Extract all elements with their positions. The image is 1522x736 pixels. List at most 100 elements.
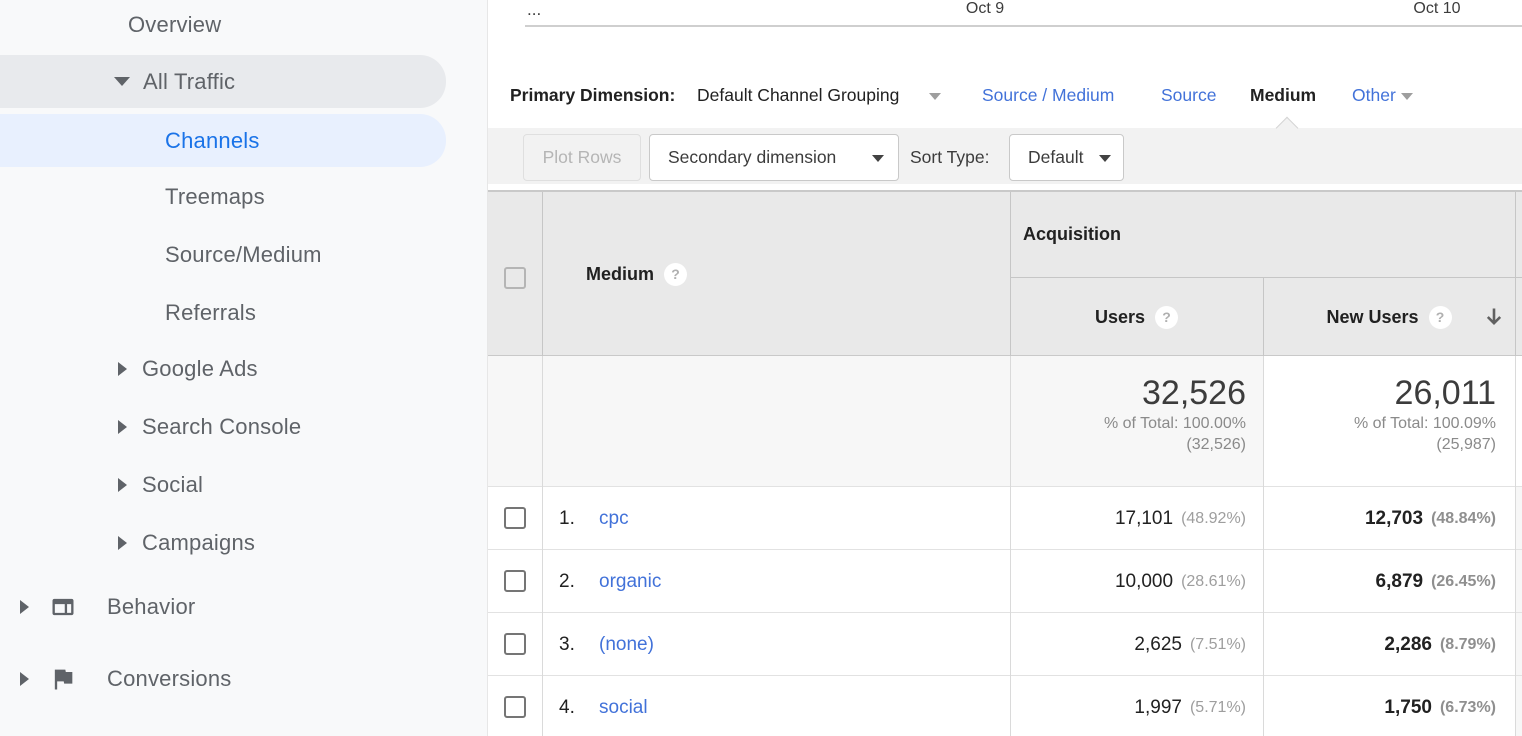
dropdown-caret-icon [1099, 155, 1111, 162]
new-users-total-pct: % of Total: 100.09% [1263, 413, 1496, 434]
tab-medium-active[interactable]: Medium [1250, 85, 1316, 106]
sidebar-item-label: Conversions [107, 666, 231, 692]
chevron-down-icon [114, 77, 130, 86]
axis-tick-oct-10: Oct 10 [1405, 0, 1469, 18]
users-value: 2,625 [1134, 634, 1182, 656]
users-column-header[interactable]: Users [1095, 307, 1145, 328]
sidebar-item-label: Campaigns [142, 530, 255, 556]
new-users-cell: 12,703 (48.84%) [1263, 487, 1515, 550]
sidebar-item-label: Referrals [165, 300, 256, 326]
sidebar-item-channels[interactable]: Channels [0, 114, 446, 167]
row-checkbox[interactable] [504, 696, 526, 718]
users-total-cell: 32,526 % of Total: 100.00% (32,526) [1010, 356, 1263, 486]
medium-link[interactable]: (none) [599, 634, 654, 656]
new-users-value: 2,286 [1384, 634, 1432, 656]
help-icon[interactable]: ? [664, 263, 687, 286]
new-users-percent: (6.73%) [1440, 699, 1496, 717]
select-all-checkbox[interactable] [504, 267, 526, 289]
sidebar-item-label: Search Console [142, 414, 301, 440]
sidebar-item-treemaps[interactable]: Treemaps [0, 171, 446, 223]
sidebar-item-social[interactable]: Social [0, 459, 446, 511]
analytics-screen: Overview All Traffic Channels Treemaps S… [0, 0, 1522, 736]
row-number: 1. [559, 508, 585, 530]
axis-line [525, 25, 1522, 27]
users-cell: 10,000 (28.61%) [1010, 550, 1263, 613]
row-checkbox[interactable] [504, 507, 526, 529]
sidebar-item-source-medium[interactable]: Source/Medium [0, 229, 446, 281]
new-users-cell: 6,879 (26.45%) [1263, 550, 1515, 613]
medium-link[interactable]: organic [599, 571, 661, 593]
new-users-percent: (8.79%) [1440, 636, 1496, 654]
new-users-total-abs: (25,987) [1263, 434, 1496, 455]
axis-overflow-label: ... [527, 0, 541, 20]
users-value: 1,997 [1134, 697, 1182, 719]
sidebar-item-label: Behavior [107, 594, 195, 620]
next-column-sliver [1515, 613, 1522, 676]
sort-descending-icon[interactable] [1481, 304, 1507, 335]
selected-dimension[interactable]: Default Channel Grouping [697, 85, 899, 106]
users-cell: 17,101 (48.92%) [1010, 487, 1263, 550]
users-cell: 2,625 (7.51%) [1010, 613, 1263, 676]
sidebar-item-label: Treemaps [165, 184, 265, 210]
sidebar-item-label: Channels [165, 128, 260, 154]
users-percent: (7.51%) [1190, 636, 1246, 654]
sidebar-item-overview[interactable]: Overview [0, 0, 446, 51]
new-users-total-value: 26,011 [1263, 373, 1496, 413]
dimension-caret-icon[interactable] [929, 93, 941, 100]
users-total-value: 32,526 [1010, 373, 1246, 413]
medium-link[interactable]: cpc [599, 508, 629, 530]
new-users-percent: (26.45%) [1431, 573, 1496, 591]
sidebar: Overview All Traffic Channels Treemaps S… [0, 0, 488, 736]
data-table: Medium ? Acquisition Users ? New Users ? [488, 190, 1522, 736]
sidebar-item-all-traffic[interactable]: All Traffic [0, 55, 446, 108]
axis-tick-oct-9: Oct 9 [953, 0, 1017, 18]
users-value: 17,101 [1115, 508, 1173, 530]
row-number: 3. [559, 634, 585, 656]
new-users-column-header[interactable]: New Users [1326, 307, 1418, 328]
behavior-layout-icon [49, 593, 77, 621]
sidebar-item-label: All Traffic [143, 69, 235, 95]
row-checkbox[interactable] [504, 570, 526, 592]
next-column-sliver [1515, 487, 1522, 550]
table-row: 1. cpc 17,101 (48.92%) 12,703 (48.84%) [488, 486, 1522, 549]
users-percent: (48.92%) [1181, 510, 1246, 528]
table-header: Medium ? Acquisition Users ? New Users ? [488, 192, 1522, 356]
flag-icon [49, 665, 77, 693]
table-row: 2. organic 10,000 (28.61%) 6,879 (26.45%… [488, 549, 1522, 612]
users-percent: (28.61%) [1181, 573, 1246, 591]
row-checkbox[interactable] [504, 633, 526, 655]
new-users-value: 6,879 [1376, 571, 1424, 593]
medium-column-header[interactable]: Medium [586, 264, 654, 285]
sidebar-item-label: Source/Medium [165, 242, 322, 268]
sort-type-dropdown[interactable]: Default [1009, 134, 1124, 181]
table-row: 4. social 1,997 (5.71%) 1,750 (6.73%) [488, 675, 1522, 736]
sidebar-item-search-console[interactable]: Search Console [0, 401, 446, 453]
secondary-dimension-button[interactable]: Secondary dimension [649, 134, 899, 181]
table-body: 1. cpc 17,101 (48.92%) 12,703 (48.84%) 2… [488, 486, 1522, 736]
help-icon[interactable]: ? [1429, 306, 1452, 329]
sidebar-item-label: Overview [128, 12, 221, 38]
acquisition-group-header: Acquisition [1023, 224, 1121, 245]
users-cell: 1,997 (5.71%) [1010, 676, 1263, 736]
tab-source-medium[interactable]: Source / Medium [982, 85, 1114, 106]
plot-rows-button[interactable]: Plot Rows [523, 134, 641, 181]
medium-link[interactable]: social [599, 697, 648, 719]
table-row: 3. (none) 2,625 (7.51%) 2,286 (8.79%) [488, 612, 1522, 675]
other-caret-icon[interactable] [1401, 93, 1413, 100]
sidebar-item-label: Google Ads [142, 356, 258, 382]
help-icon[interactable]: ? [1155, 306, 1178, 329]
sidebar-item-campaigns[interactable]: Campaigns [0, 517, 446, 569]
chevron-right-icon [118, 536, 127, 550]
new-users-cell: 1,750 (6.73%) [1263, 676, 1515, 736]
sidebar-item-behavior[interactable]: Behavior [0, 581, 446, 633]
users-value: 10,000 [1115, 571, 1173, 593]
sidebar-item-referrals[interactable]: Referrals [0, 287, 446, 339]
sort-type-value: Default [1028, 147, 1083, 168]
tab-other[interactable]: Other [1352, 85, 1396, 106]
tab-source[interactable]: Source [1161, 85, 1216, 106]
chevron-right-icon [118, 420, 127, 434]
sidebar-item-google-ads[interactable]: Google Ads [0, 343, 446, 395]
row-number: 2. [559, 571, 585, 593]
dropdown-caret-icon [872, 155, 884, 162]
sidebar-item-conversions[interactable]: Conversions [0, 653, 446, 705]
